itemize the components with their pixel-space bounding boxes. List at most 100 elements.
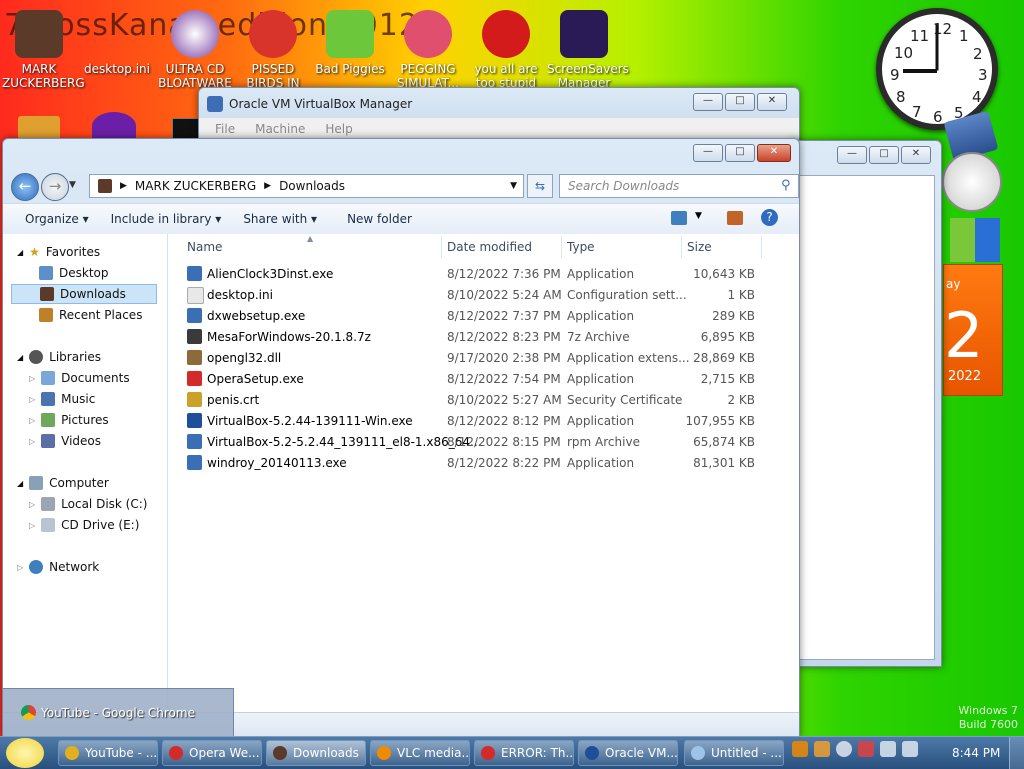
collapsed-arrow-icon[interactable]: ▷	[29, 500, 35, 509]
collapsed-arrow-icon[interactable]: ▷	[29, 437, 35, 446]
desktop-icon-ultra-cd[interactable]: ULTRA CD BLOATWARE	[158, 10, 232, 90]
tray-icon[interactable]	[836, 741, 852, 757]
expand-arrow-icon[interactable]: ◢	[17, 353, 23, 362]
desktop-icon-screensavers-manager[interactable]: ScreenSavers Manager	[547, 10, 629, 90]
nav-computer[interactable]: ◢ Computer	[17, 473, 109, 493]
help-icon[interactable]: ?	[761, 209, 778, 226]
views-dropdown-icon[interactable]: ▼	[695, 211, 702, 221]
nav-videos[interactable]: ▷ Videos	[29, 431, 101, 451]
calendar-gadget[interactable]: ay 2 2022	[943, 264, 1003, 396]
nav-music[interactable]: ▷ Music	[29, 389, 95, 409]
maximize-button[interactable]: □	[725, 93, 755, 111]
share-with-button[interactable]: Share with ▾	[243, 212, 317, 226]
collapsed-arrow-icon[interactable]: ▷	[29, 395, 35, 404]
desktop-icon-pegging-simulator[interactable]: PEGGING SIMULAT...	[391, 10, 465, 90]
desktop-icon-desktop-ini[interactable]: desktop.ini	[80, 10, 154, 76]
desktop-icon-bad-piggies[interactable]: Bad Piggies	[313, 10, 387, 76]
volume-icon[interactable]	[902, 741, 918, 757]
collapsed-arrow-icon[interactable]: ▷	[29, 521, 35, 530]
column-header-name[interactable]: Name	[187, 240, 222, 254]
minimize-button[interactable]: —	[693, 93, 723, 111]
breadcrumb-downloads[interactable]: Downloads	[279, 179, 345, 193]
breadcrumb-user[interactable]: MARK ZUCKERBERG	[135, 179, 256, 193]
partial-desktop-icon[interactable]	[18, 116, 60, 140]
close-button[interactable]: ✕	[901, 146, 931, 164]
maximize-button[interactable]: □	[725, 144, 755, 162]
taskbar-item[interactable]: Downloads	[266, 740, 366, 766]
vlc-tray-icon[interactable]	[792, 741, 808, 757]
taskbar-item[interactable]: YouTube - ...	[58, 740, 158, 766]
taskbar-item[interactable]: Oracle VM...	[578, 740, 678, 766]
table-row[interactable]: AlienClock3Dinst.exe 8/12/2022 7:36 PM App…	[187, 264, 767, 285]
include-in-library-button[interactable]: Include in library ▾	[111, 212, 222, 226]
expand-arrow-icon[interactable]: ◢	[17, 248, 23, 257]
taskbar-clock[interactable]: 8:44 PM	[952, 746, 1000, 760]
start-button[interactable]	[6, 738, 44, 768]
nav-recent-places[interactable]: Recent Places	[39, 305, 142, 325]
cpu-meter-gadget[interactable]	[942, 152, 1002, 212]
close-button[interactable]: ✕	[757, 93, 787, 111]
nav-documents[interactable]: ▷ Documents	[29, 368, 130, 388]
back-button[interactable]: ←	[11, 173, 39, 201]
minimize-button[interactable]: —	[837, 146, 867, 164]
taskbar-thumbnail-preview[interactable]: YouTube - Google Chrome	[2, 688, 234, 738]
nav-pictures[interactable]: ▷ Pictures	[29, 410, 109, 430]
taskbar-item[interactable]: VLC media...	[370, 740, 470, 766]
address-dropdown-icon[interactable]: ▼	[510, 181, 517, 191]
maximize-button[interactable]: □	[869, 146, 899, 164]
menu-file[interactable]: File	[215, 118, 235, 140]
nav-cd-drive[interactable]: ▷ CD Drive (E:)	[29, 515, 139, 535]
nav-libraries[interactable]: ◢ Libraries	[17, 347, 101, 367]
table-row[interactable]: opengl32.dll 9/17/2020 2:38 PM Application…	[187, 348, 767, 369]
taskbar-item[interactable]: ERROR: Th...	[474, 740, 574, 766]
forward-button[interactable]: →	[41, 173, 69, 201]
nav-desktop[interactable]: Desktop	[39, 263, 109, 283]
taskbar-item[interactable]: Opera We...	[162, 740, 262, 766]
nav-network[interactable]: ▷ Network	[17, 557, 99, 577]
table-row[interactable]: VirtualBox-5.2.44-139111-Win.exe 8/12/202…	[187, 411, 767, 432]
table-row[interactable]: OperaSetup.exe 8/12/2022 7:54 PM Applicati…	[187, 369, 767, 390]
menu-machine[interactable]: Machine	[255, 118, 305, 140]
collapsed-arrow-icon[interactable]: ▷	[29, 374, 35, 383]
table-row[interactable]: VirtualBox-5.2-5.2.44_139111_el8-1.x86_6…	[187, 432, 767, 453]
table-row[interactable]: penis.crt 8/10/2022 5:27 AM Security Certi…	[187, 390, 767, 411]
collapsed-arrow-icon[interactable]: ▷	[17, 563, 23, 572]
network-tray-icon[interactable]	[880, 741, 896, 757]
explorer-window[interactable]: — □ ✕ ← → ▼ ▶ MARK ZUCKERBERG ▶ Download…	[2, 138, 800, 738]
preview-pane-icon[interactable]	[727, 211, 743, 225]
table-row[interactable]: MesaForWindows-20.1.8.7z 8/12/2022 8:23 P…	[187, 327, 767, 348]
table-row[interactable]: windroy_20140113.exe 8/12/2022 8:22 PM App…	[187, 453, 767, 474]
show-desktop-button[interactable]	[1009, 737, 1024, 769]
menu-help[interactable]: Help	[325, 118, 352, 140]
refresh-button[interactable]: ⇆	[527, 174, 553, 198]
column-header-date[interactable]: Date modified	[447, 240, 532, 254]
yahoo-icon[interactable]	[92, 112, 136, 140]
table-row[interactable]: desktop.ini 8/10/2022 5:24 AM Configuratio…	[187, 285, 767, 306]
action-center-icon[interactable]	[858, 741, 874, 757]
taskbar-item[interactable]: Untitled - ...	[684, 740, 784, 766]
clock-gadget[interactable]: 12 1 2 3 4 5 6 7 8 9 10 11	[876, 8, 998, 130]
nav-downloads[interactable]: Downloads	[11, 284, 157, 304]
recent-pages-chevron-icon[interactable]: ▼	[69, 180, 76, 190]
expand-arrow-icon[interactable]: ◢	[17, 479, 23, 488]
search-input[interactable]: Search Downloads	[559, 174, 799, 198]
column-header-size[interactable]: Size	[687, 240, 712, 254]
search-tray-icon[interactable]	[814, 741, 830, 757]
desktop-icon-mark-zuckerberg[interactable]: MARK ZUCKERBERG	[2, 10, 85, 90]
column-header-type[interactable]: Type	[567, 240, 595, 254]
breadcrumb-arrow-icon[interactable]: ▶	[264, 181, 271, 191]
minimize-button[interactable]: —	[693, 144, 723, 162]
collapsed-arrow-icon[interactable]: ▷	[29, 416, 35, 425]
breadcrumb-arrow-icon[interactable]: ▶	[120, 181, 127, 191]
close-button[interactable]: ✕	[757, 144, 791, 162]
views-icon[interactable]	[671, 211, 687, 225]
organize-button[interactable]: Organize ▾	[25, 212, 89, 226]
new-folder-button[interactable]: New folder	[347, 212, 412, 226]
address-bar[interactable]: ▶ MARK ZUCKERBERG ▶ Downloads ▼	[89, 174, 524, 198]
background-window[interactable]: — □ ✕	[790, 140, 942, 667]
android-icon[interactable]	[950, 218, 1000, 262]
table-row[interactable]: dxwebsetup.exe 8/12/2022 7:37 PM Applicati…	[187, 306, 767, 327]
search-icon[interactable]: ⚲	[781, 178, 791, 193]
nav-favorites[interactable]: ◢ ★ Favorites	[17, 242, 100, 262]
nav-local-disk[interactable]: ▷ Local Disk (C:)	[29, 494, 147, 514]
